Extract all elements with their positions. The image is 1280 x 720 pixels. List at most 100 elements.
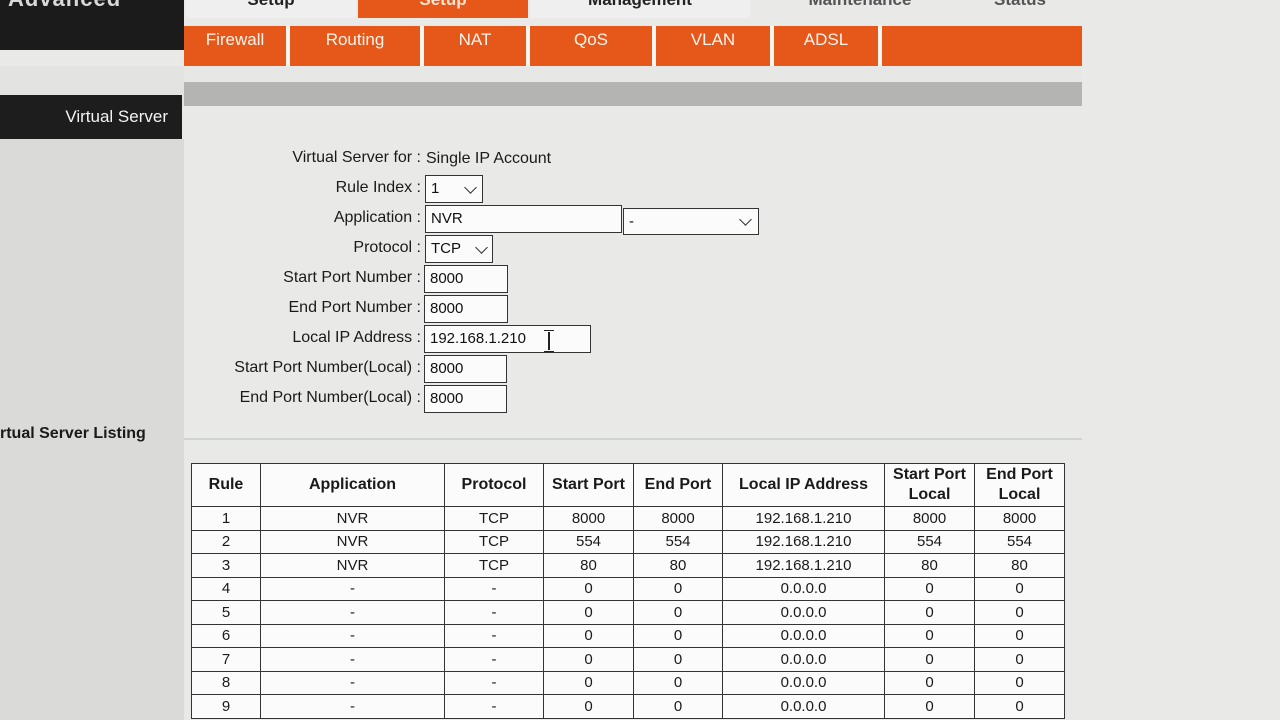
- cell-local-ip: 0.0.0.0: [722, 670, 885, 695]
- table-row: 2 NVR TCP 554 554 192.168.1.210 554 554: [191, 529, 1065, 554]
- application-preset-select[interactable]: -: [623, 208, 759, 235]
- cell-protocol: TCP: [444, 506, 544, 531]
- cell-protocol: -: [444, 576, 544, 601]
- cell-start-port: 0: [543, 623, 634, 648]
- tab-setup-active[interactable]: Setup: [358, 0, 528, 18]
- cell-protocol: TCP: [444, 529, 544, 554]
- listing-title: rtual Server Listing: [0, 425, 146, 442]
- end-port-input[interactable]: 8000: [424, 295, 508, 323]
- cell-local-ip: 192.168.1.210: [722, 529, 885, 554]
- protocol-value: TCP: [431, 240, 461, 257]
- cell-rule: 1: [191, 506, 261, 531]
- cell-end-port: 0: [633, 600, 723, 625]
- start-port-local-input[interactable]: 8000: [424, 355, 507, 383]
- tab-maintenance[interactable]: Maintenance: [770, 0, 950, 18]
- cell-end-port: 0: [633, 647, 723, 672]
- subnav-firewall[interactable]: Firewall: [184, 26, 290, 66]
- cell-rule: 8: [191, 670, 261, 695]
- col-protocol: Protocol: [444, 463, 544, 507]
- rule-index-select[interactable]: 1: [425, 175, 483, 203]
- cell-start-port: 8000: [543, 506, 634, 531]
- cell-rule: 6: [191, 623, 261, 648]
- cell-application: NVR: [260, 529, 445, 554]
- cell-local-ip: 0.0.0.0: [722, 623, 885, 648]
- cell-start-port: 0: [543, 576, 634, 601]
- cell-protocol: -: [444, 623, 544, 648]
- cell-end-port-local: 554: [974, 529, 1065, 554]
- local-ip-input[interactable]: 192.168.1.210: [424, 325, 591, 353]
- tab-status[interactable]: Status: [960, 0, 1080, 18]
- col-end-port: End Port: [633, 463, 723, 507]
- cell-application: -: [260, 623, 445, 648]
- cell-rule: 5: [191, 600, 261, 625]
- virtual-server-for-label: Virtual Server for :: [292, 149, 421, 166]
- subnav-vlan[interactable]: VLAN: [656, 26, 774, 66]
- cell-application: NVR: [260, 506, 445, 531]
- table-row: 3 NVR TCP 80 80 192.168.1.210 80 80: [191, 553, 1065, 578]
- end-port-local-input[interactable]: 8000: [424, 385, 507, 413]
- end-port-local-value: 8000: [430, 390, 464, 407]
- protocol-select[interactable]: TCP: [425, 235, 493, 263]
- col-end-port-local: End Port Local: [974, 463, 1065, 507]
- table-row: 9- -0 0 0.0.0.0 0 0: [191, 694, 1065, 719]
- subnav-routing[interactable]: Routing: [290, 26, 424, 66]
- col-rule: Rule: [191, 463, 261, 507]
- application-value: NVR: [431, 210, 463, 227]
- application-label: Application :: [333, 209, 421, 226]
- chevron-down-icon: [464, 181, 477, 194]
- cell-application: -: [260, 694, 445, 719]
- cell-end-port-local: 80: [974, 553, 1065, 578]
- cell-local-ip: 0.0.0.0: [722, 576, 885, 601]
- cell-start-port-local: 0: [884, 600, 975, 625]
- virtual-server-table: Rule Application Protocol Start Port End…: [191, 463, 1065, 719]
- end-port-label: End Port Number :: [288, 299, 422, 316]
- rule-index-value: 1: [431, 180, 440, 197]
- table-row: 6- -0 0 0.0.0.0 0 0: [191, 623, 1065, 648]
- brand-logo: Advanced: [0, 0, 184, 50]
- local-ip-value: 192.168.1.210: [430, 330, 526, 347]
- cell-start-port-local: 8000: [884, 506, 975, 531]
- header-line: Local: [998, 486, 1041, 503]
- cell-local-ip: 192.168.1.210: [722, 553, 885, 578]
- cell-rule: 4: [191, 576, 261, 601]
- section-divider: [184, 438, 1082, 440]
- cell-application: -: [260, 576, 445, 601]
- cell-end-port-local: 0: [974, 576, 1065, 601]
- start-port-input[interactable]: 8000: [424, 265, 508, 293]
- subnav-nat[interactable]: NAT: [424, 26, 530, 66]
- cell-end-port: 80: [633, 553, 723, 578]
- subnav-qos[interactable]: QoS: [530, 26, 656, 66]
- tab-label: Status: [994, 0, 1046, 9]
- cell-end-port: 0: [633, 623, 723, 648]
- sidebar-item-virtual-server[interactable]: Virtual Server: [0, 95, 182, 139]
- cell-local-ip: 192.168.1.210: [722, 506, 885, 531]
- cell-local-ip: 0.0.0.0: [722, 694, 885, 719]
- cell-end-port-local: 0: [974, 647, 1065, 672]
- start-port-label: Start Port Number :: [283, 269, 421, 286]
- tab-management[interactable]: Management: [530, 0, 750, 18]
- col-start-port-local: Start Port Local: [884, 463, 975, 507]
- cell-start-port: 554: [543, 529, 634, 554]
- cell-end-port: 0: [633, 670, 723, 695]
- cell-application: -: [260, 670, 445, 695]
- tab-setup-1[interactable]: Setup: [186, 0, 356, 18]
- cell-start-port-local: 554: [884, 529, 975, 554]
- start-port-local-value: 8000: [430, 360, 464, 377]
- cell-protocol: -: [444, 694, 544, 719]
- brand-text: Advanced: [8, 0, 121, 12]
- cell-rule: 3: [191, 553, 261, 578]
- cell-rule: 7: [191, 647, 261, 672]
- cell-end-port-local: 0: [974, 694, 1065, 719]
- table-row: 5- -0 0 0.0.0.0 0 0: [191, 600, 1065, 625]
- start-port-value: 8000: [430, 270, 464, 287]
- cell-end-port-local: 8000: [974, 506, 1065, 531]
- chevron-down-icon: [739, 213, 752, 226]
- cell-end-port: 0: [633, 694, 723, 719]
- cell-end-port: 0: [633, 576, 723, 601]
- application-preset-value: -: [629, 213, 634, 230]
- application-input[interactable]: NVR: [425, 205, 622, 233]
- subnav-adsl[interactable]: ADSL: [774, 26, 882, 66]
- cell-end-port: 8000: [633, 506, 723, 531]
- chevron-down-icon: [475, 241, 488, 254]
- cell-start-port-local: 80: [884, 553, 975, 578]
